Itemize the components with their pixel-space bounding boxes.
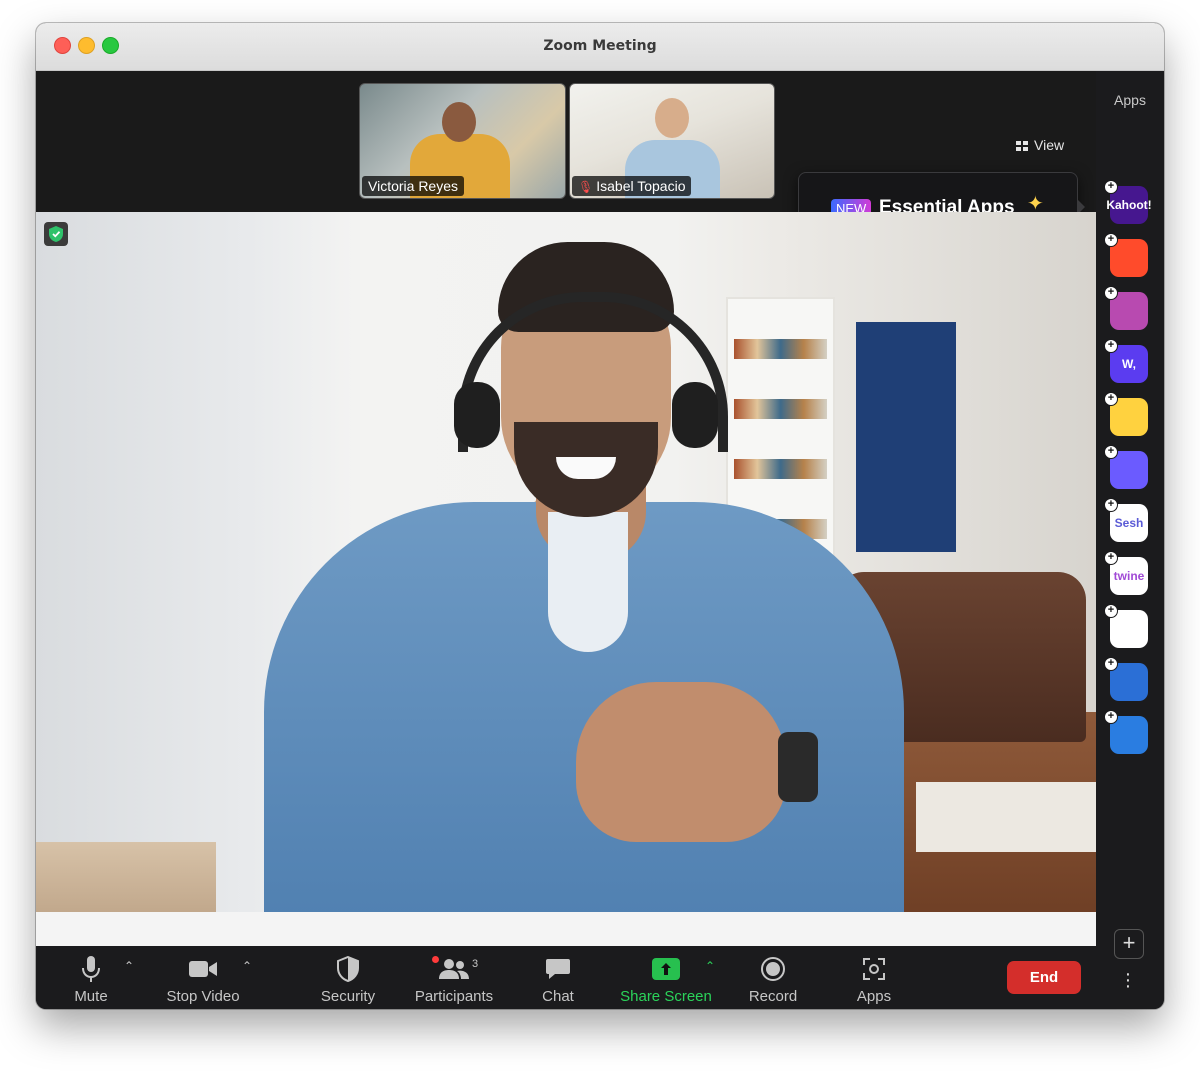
sidebar-app-3-icon[interactable]: + xyxy=(1104,286,1148,330)
participant-thumbnail-2[interactable]: 🎙 Isabel Topacio xyxy=(569,83,775,199)
participant-name-tag: 🎙 Isabel Topacio xyxy=(572,176,692,196)
view-button[interactable]: View xyxy=(1016,137,1064,153)
active-speaker-video xyxy=(36,212,1096,946)
apps-button[interactable]: Apps xyxy=(852,954,896,1005)
sidebar-app-9-icon[interactable]: + xyxy=(1104,604,1148,648)
more-options-icon[interactable]: · · · xyxy=(1120,964,1136,996)
window-title: Zoom Meeting xyxy=(543,38,657,54)
shield-icon xyxy=(337,956,359,982)
apps-sidebar: Apps + Kahoot! + + + W, + + + Sesh + twine + + + + · · · xyxy=(1096,71,1164,1009)
record-button[interactable]: Record xyxy=(746,954,800,1005)
sidebar-app-10-icon[interactable]: + xyxy=(1104,657,1148,701)
apps-sidebar-title: Apps xyxy=(1114,92,1146,108)
record-icon xyxy=(761,957,785,981)
add-app-button[interactable]: + xyxy=(1114,929,1144,959)
chat-bubble-icon xyxy=(546,959,570,979)
add-app-plus-icon: + xyxy=(1104,180,1118,194)
zoom-window: Zoom Meeting Victoria Reyes 🎙 Isabel Topa… xyxy=(36,23,1164,1009)
sidebar-app-2-icon[interactable]: + xyxy=(1104,233,1148,277)
background-doorway xyxy=(856,322,956,552)
add-app-plus-icon: + xyxy=(1104,604,1118,618)
speaker-watch xyxy=(778,732,818,802)
speaker-tshirt xyxy=(548,512,628,652)
background-rug xyxy=(916,782,1096,852)
sidebar-app-label: twine xyxy=(1113,569,1145,583)
mute-button[interactable]: Mute xyxy=(66,954,116,1005)
sidebar-app-7-icon[interactable]: + Sesh xyxy=(1104,498,1148,542)
sidebar-app-6-icon[interactable]: + xyxy=(1104,445,1148,489)
add-app-plus-icon: + xyxy=(1104,286,1118,300)
chat-button[interactable]: Chat xyxy=(536,954,580,1005)
stop-video-button[interactable]: Stop Video xyxy=(164,954,242,1005)
title-bar: Zoom Meeting xyxy=(36,23,1164,71)
participants-count: 3 xyxy=(472,958,479,970)
add-app-plus-icon: + xyxy=(1104,392,1118,406)
encryption-shield-icon[interactable] xyxy=(44,222,68,246)
share-screen-button[interactable]: Share Screen xyxy=(616,954,716,1005)
sidebar-app-label: W, xyxy=(1122,357,1136,371)
mic-muted-icon: 🎙 xyxy=(578,180,594,194)
add-app-plus-icon: + xyxy=(1104,498,1118,512)
add-app-plus-icon: + xyxy=(1104,445,1118,459)
headphones-right-cup xyxy=(672,382,718,448)
meeting-controls: Mute ⌃ Stop Video ⌃ Security 3 Participa… xyxy=(36,946,1096,1009)
apps-icon xyxy=(863,958,885,980)
gallery-strip: Victoria Reyes 🎙 Isabel Topacio View NEW … xyxy=(36,71,1096,242)
sidebar-app-8-icon[interactable]: + twine xyxy=(1104,551,1148,595)
sidebar-app-11-icon[interactable]: + xyxy=(1104,710,1148,754)
sidebar-app-5-icon[interactable]: + xyxy=(1104,392,1148,436)
microphone-icon xyxy=(82,956,100,982)
video-camera-icon xyxy=(189,961,217,977)
security-button[interactable]: Security xyxy=(318,954,378,1005)
participant-thumbnail-1[interactable]: Victoria Reyes xyxy=(359,83,566,199)
add-app-plus-icon: + xyxy=(1104,710,1118,724)
notification-dot xyxy=(432,956,439,963)
participant-name-tag: Victoria Reyes xyxy=(362,176,465,196)
speaker-hands xyxy=(576,682,786,842)
audio-options-chevron-icon[interactable]: ⌃ xyxy=(124,959,134,973)
grid-icon xyxy=(1016,141,1028,151)
sidebar-app-label: Sesh xyxy=(1114,516,1144,530)
add-app-plus-icon: + xyxy=(1104,233,1118,247)
headphones-left-cup xyxy=(454,382,500,448)
sidebar-app-label: Kahoot! xyxy=(1106,198,1152,212)
add-app-plus-icon: + xyxy=(1104,551,1118,565)
sidebar-app-4-icon[interactable]: + W, xyxy=(1104,339,1148,383)
participants-button[interactable]: 3 Participants xyxy=(410,954,498,1005)
end-meeting-button[interactable]: End xyxy=(1007,961,1081,994)
participant-face xyxy=(442,102,476,142)
participants-icon xyxy=(439,959,469,979)
share-options-chevron-icon[interactable]: ⌃ xyxy=(705,959,715,973)
sidebar-app-1-icon[interactable]: + Kahoot! xyxy=(1104,180,1152,224)
add-app-plus-icon: + xyxy=(1104,657,1118,671)
desk xyxy=(36,912,1096,946)
add-app-plus-icon: + xyxy=(1104,339,1118,353)
video-options-chevron-icon[interactable]: ⌃ xyxy=(242,959,252,973)
participant-face xyxy=(655,98,689,138)
share-screen-icon xyxy=(652,958,680,980)
